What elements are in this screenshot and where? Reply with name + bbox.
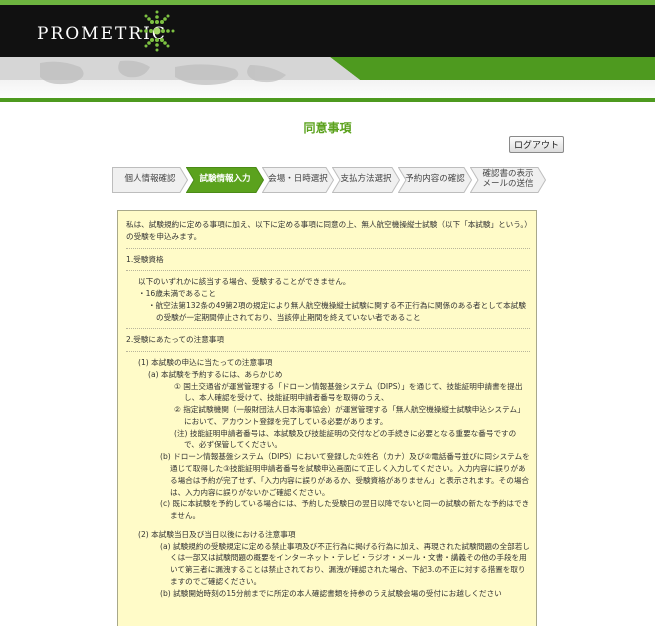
logout-button[interactable]: ログアウト: [509, 136, 564, 153]
step-label-line2: メールの送信: [482, 179, 534, 189]
header-bottom-line: [0, 98, 655, 102]
section2-subheading: (2) 本試験当日及び当日以後における注意事項: [138, 529, 296, 539]
section2-subitem: ② 指定試験機関（一般財団法人日本海事協会）が運営管理する「無人航空機操縦士試験…: [174, 405, 525, 426]
divider: [126, 270, 530, 272]
section2-item: (a) 試験規約の受験規定に定める禁止事項及び不正行為に掲げる行為に加え、再現さ…: [160, 541, 530, 586]
divider: [126, 247, 530, 249]
intro-text: 私は、試験規約に定める事項に加え、以下に定める事項に同意の上、無人航空機操縦士試…: [126, 220, 528, 241]
step-booking-confirm: 予約内容の確認: [398, 167, 472, 193]
divider: [126, 351, 530, 353]
section1-item: ・航空法第132条の49第2項の規定により無人航空機操縦士試験に関する不正行為に…: [148, 300, 526, 322]
step-label-line1: 確認書の表示: [482, 169, 534, 180]
step-venue-datetime: 会場・日時選択: [262, 167, 334, 193]
agreement-text-box[interactable]: 私は、試験規約に定める事項に加え、以下に定める事項に同意の上、無人航空機操縦士試…: [117, 210, 537, 626]
section2-item: (b) ドローン情報基盤システム（DIPS）において登録した①姓名（カナ）及び②…: [160, 452, 530, 497]
section2-item: (a) 本試験を予約するには、あらかじめ: [148, 369, 283, 379]
header-bar: PROMETRIC: [0, 5, 655, 57]
section1-lead: 以下のいずれかに該当する場合、受験することができません。: [138, 277, 351, 287]
starburst-logo-icon: [139, 10, 175, 52]
section1-heading: 1.受験資格: [126, 254, 164, 264]
progress-steps: 個人情報確認 試験情報入力 会場・日時選択 支払方法選択 予約内容の確認 確認書…: [112, 167, 552, 193]
section2-note: (注) 技能証明申請者番号は、本試験及び技能証明の交付などの手続きに必要となる重…: [174, 428, 517, 450]
section2-item: (b) 試験開始時刻の15分前までに所定の本人確認書類を持参のうえ試験会場の受付…: [160, 588, 502, 598]
step-payment-method: 支払方法選択: [332, 167, 400, 193]
header-banner: [0, 57, 655, 101]
step-confirmation-email: 確認書の表示 メールの送信: [470, 167, 546, 193]
section2-subitem: ① 国土交通省が運営管理する「ドローン情報基盤システム（DIPS）」を通じて、技…: [174, 381, 523, 403]
step-exam-info: 試験情報入力: [186, 167, 264, 193]
section2-heading: 2.受験にあたっての注意事項: [126, 335, 224, 345]
step-personal-info: 個人情報確認: [112, 167, 188, 193]
section2-subheading: (1) 本試験の申込に当たっての注意事項: [138, 358, 273, 368]
section1-item: ・16歳未満であること: [138, 289, 216, 299]
section2-item: (c) 既に本試験を予約している場合には、予約した受験日の翌日以降でないと同一の…: [160, 499, 530, 521]
page-title: 同意事項: [303, 121, 352, 135]
divider: [126, 328, 530, 330]
